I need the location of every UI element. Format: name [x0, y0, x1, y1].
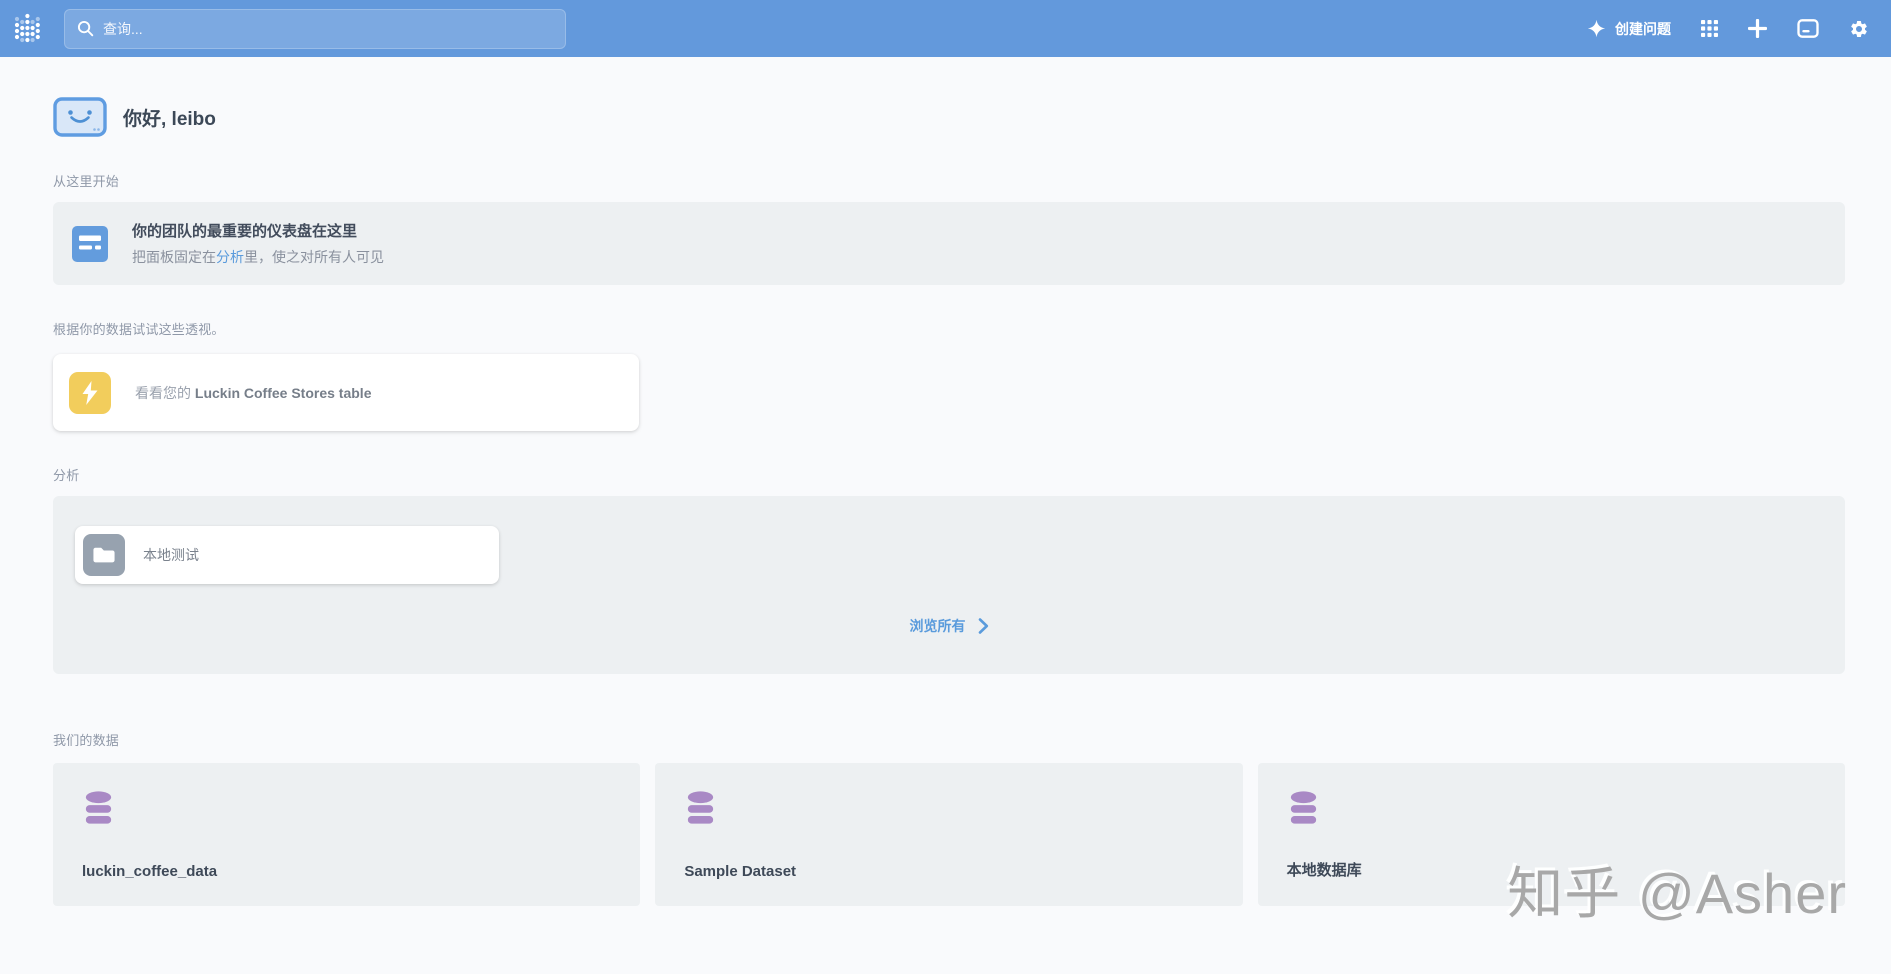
database-name: 本地数据库: [1286, 862, 1362, 879]
sparkle-icon: [1587, 19, 1606, 38]
start-here-label: 从这里开始: [53, 174, 120, 189]
settings-gear-icon[interactable]: [1849, 19, 1869, 39]
banner-sub-suffix: 里，使之对所有人可见: [244, 249, 384, 265]
banner-subtitle: 把面板固定在分析里，使之对所有人可见: [132, 247, 384, 267]
metabot-icon: [53, 97, 107, 137]
xray-section-label: 根据你的数据试试这些透视。: [53, 322, 225, 337]
database-name: Sample Dataset: [684, 863, 797, 880]
global-search[interactable]: [64, 8, 566, 49]
database-card[interactable]: 本地数据库: [1257, 763, 1845, 906]
collections-label: 分析: [53, 468, 80, 483]
search-input[interactable]: [103, 20, 553, 37]
browse-all-label: 浏览所有: [909, 618, 966, 634]
dashboard-icon: [72, 225, 108, 262]
database-card[interactable]: Sample Dataset: [655, 763, 1243, 906]
collections-link[interactable]: 分析: [216, 249, 244, 265]
greeting-row: 你好, leibo: [53, 97, 1845, 137]
database-card-row: luckin_coffee_data Sample Dataset 本地数据库: [53, 763, 1845, 906]
folder-icon: [83, 534, 125, 576]
xray-card[interactable]: 看看您的 Luckin Coffee Stores table: [53, 354, 639, 431]
xray-card-table-name: Luckin Coffee Stores table: [194, 384, 372, 401]
xray-card-prefix: 看看您的: [135, 384, 195, 401]
database-card[interactable]: luckin_coffee_data: [53, 763, 641, 906]
banner-title: 你的团队的最重要的仪表盘在这里: [132, 223, 358, 240]
database-icon: [82, 791, 115, 825]
database-name: luckin_coffee_data: [82, 863, 218, 880]
collection-folder-name: 本地测试: [143, 547, 199, 563]
create-question-label: 创建问题: [1615, 20, 1671, 37]
new-item-plus-icon[interactable]: [1748, 19, 1767, 38]
browse-all-link[interactable]: 浏览所有: [53, 616, 1845, 636]
xray-card-text: 看看您的 Luckin Coffee Stores table: [135, 383, 371, 403]
sql-editor-icon[interactable]: [1797, 19, 1819, 38]
collections-section: 本地测试 浏览所有: [53, 496, 1845, 674]
search-icon: [77, 20, 94, 37]
collection-folder-card[interactable]: 本地测试: [75, 526, 499, 584]
dashboard-banner[interactable]: 你的团队的最重要的仪表盘在这里 把面板固定在分析里，使之对所有人可见: [53, 202, 1845, 285]
home-page: 你好, leibo 从这里开始 你的团队的最重要的仪表盘在这里 把面板固定在分析…: [0, 97, 1891, 906]
database-icon: [1287, 791, 1320, 825]
lightning-bolt-icon: [69, 371, 111, 414]
databases-label: 我们的数据: [53, 733, 120, 748]
chevron-right-icon: [978, 618, 989, 634]
browse-grid-icon[interactable]: [1701, 20, 1718, 37]
banner-text: 你的团队的最重要的仪表盘在这里 把面板固定在分析里，使之对所有人可见: [132, 220, 384, 267]
metabase-logo-icon[interactable]: [12, 12, 42, 46]
create-question-button[interactable]: 创建问题: [1587, 19, 1671, 39]
banner-sub-prefix: 把面板固定在: [132, 249, 216, 265]
database-icon: [684, 791, 717, 825]
greeting-title: 你好, leibo: [123, 108, 216, 130]
top-navbar: 创建问题: [0, 0, 1891, 57]
